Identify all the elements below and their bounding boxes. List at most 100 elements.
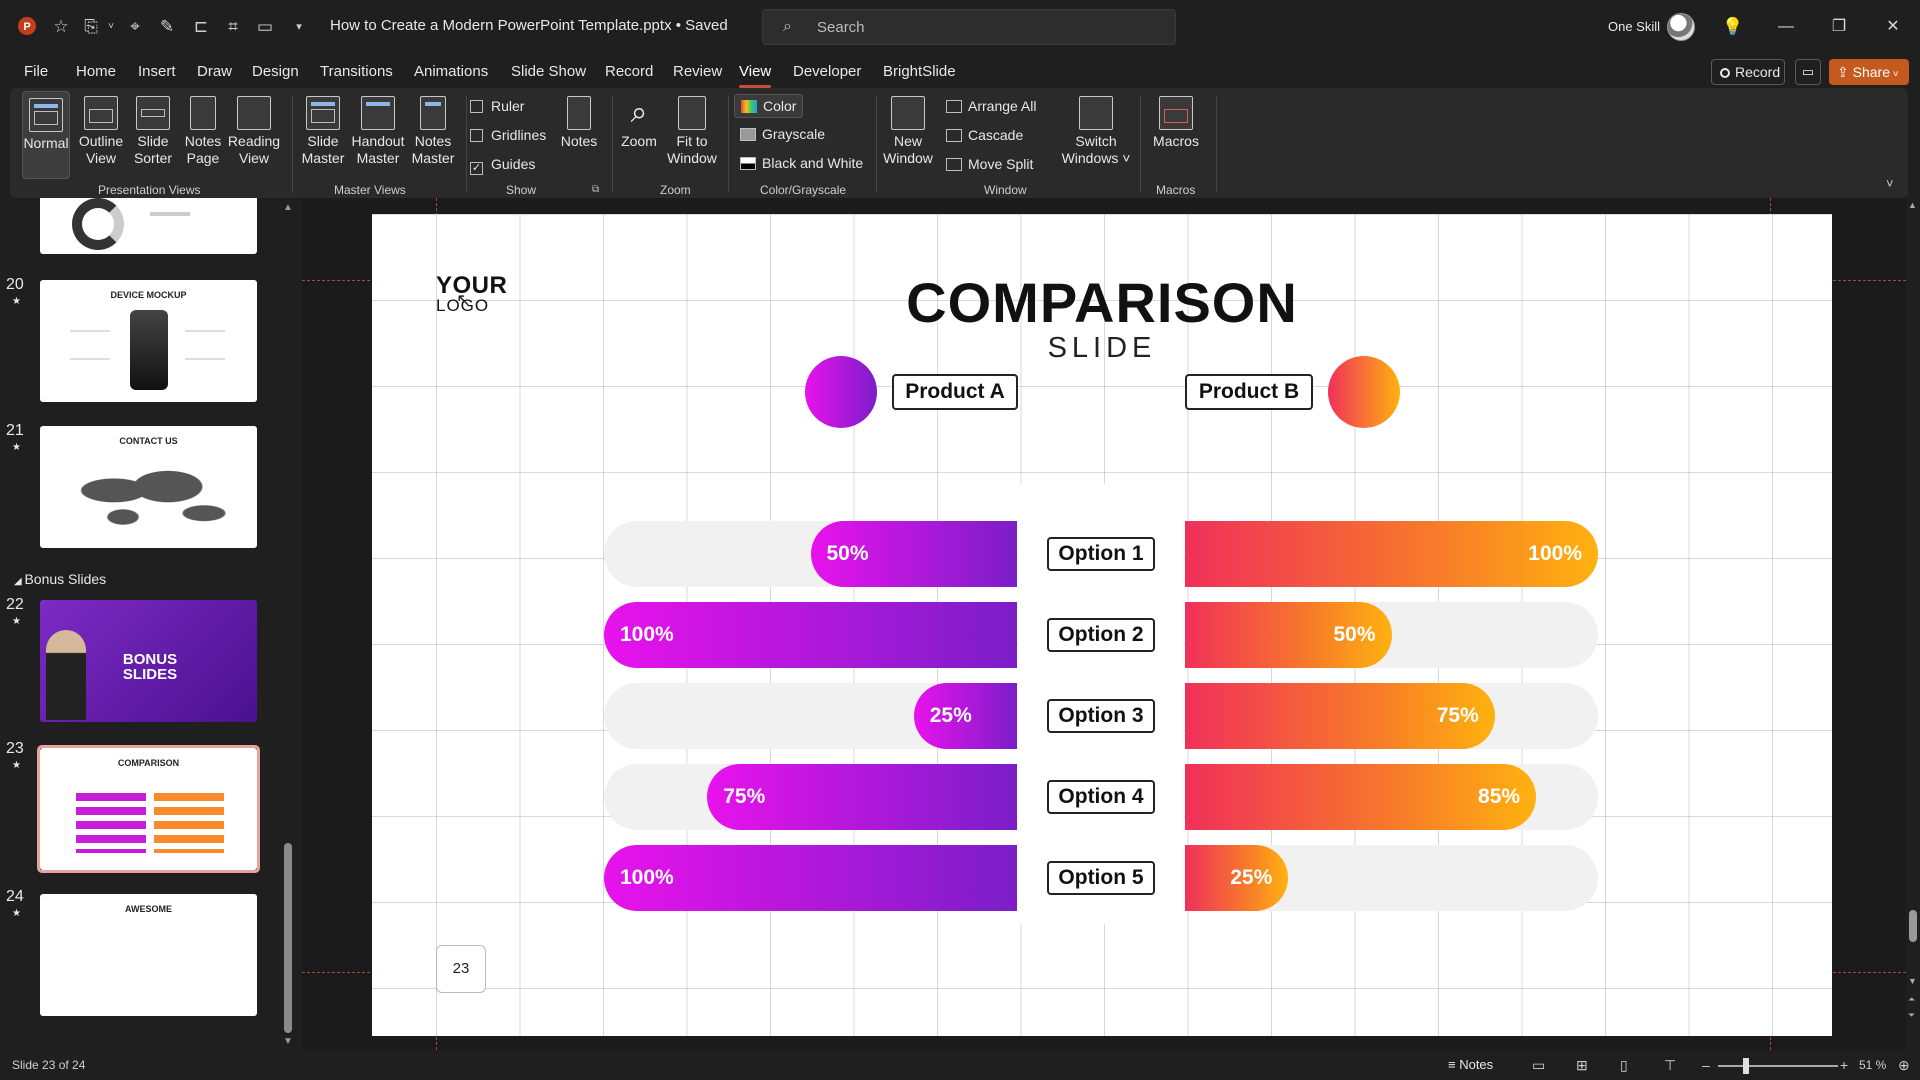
slide-canvas[interactable]: YOUR LOGO ↖ COMPARISON SLIDE Product A P… xyxy=(372,214,1832,1036)
slide-subtitle[interactable]: SLIDE xyxy=(372,332,1832,365)
zoom-slider[interactable] xyxy=(1718,1065,1838,1067)
chevron-down-icon[interactable]: ˅ xyxy=(100,16,122,38)
collapse-ribbon-icon[interactable]: ˅ xyxy=(1886,176,1894,191)
vertical-scrollbar-thumb[interactable] xyxy=(1909,910,1917,942)
slide-thumbnail-20[interactable]: DEVICE MOCKUP xyxy=(40,280,257,402)
outline-view-button[interactable]: Outline View xyxy=(76,96,126,167)
scroll-down-arrow-icon[interactable]: ▼ xyxy=(283,1036,293,1047)
crop-icon[interactable]: ⌗ xyxy=(222,16,244,38)
switch-label-1: Switch xyxy=(1075,133,1117,149)
black-white-button[interactable]: Black and White xyxy=(740,155,863,171)
tab-review[interactable]: Review xyxy=(673,63,722,80)
tab-insert[interactable]: Insert xyxy=(138,63,176,80)
fit-to-window-button[interactable]: Fit to Window xyxy=(664,96,720,167)
user-name[interactable]: One Skill xyxy=(1608,19,1660,34)
option-label[interactable]: Option 5 xyxy=(1047,861,1155,895)
slide-thumbnail[interactable] xyxy=(40,198,257,254)
grayscale-button[interactable]: Grayscale xyxy=(740,126,825,142)
tab-file[interactable]: File xyxy=(24,63,48,80)
avatar[interactable] xyxy=(1667,13,1695,41)
product-b-label[interactable]: Product B xyxy=(1185,374,1313,410)
zoom-out-icon[interactable]: – xyxy=(1702,1057,1710,1073)
dialog-launcher-icon[interactable]: ⧉ xyxy=(592,184,599,195)
slide-number-box[interactable]: 23 xyxy=(436,945,486,993)
arrange-all-button[interactable]: Arrange All xyxy=(946,98,1036,114)
zoom-button[interactable]: ⌕ Zoom xyxy=(616,96,662,150)
option-label[interactable]: Option 3 xyxy=(1047,699,1155,733)
align-icon[interactable]: ⊏ xyxy=(190,16,212,38)
format-painter-icon[interactable]: ✎ xyxy=(156,16,178,38)
next-slide-icon[interactable]: ⏷ xyxy=(1908,1010,1915,1021)
product-a-label[interactable]: Product A xyxy=(892,374,1018,410)
search-input[interactable]: ⌕ Search xyxy=(762,9,1176,45)
slide-thumbnail-23[interactable]: COMPARISON xyxy=(40,748,257,870)
minimize-button[interactable]: — xyxy=(1771,14,1801,40)
tab-slide-show[interactable]: Slide Show xyxy=(511,63,586,80)
guides-checkbox[interactable]: ✓ Guides xyxy=(470,156,535,175)
reading-view-button[interactable]: Reading View xyxy=(226,96,282,167)
reading-view-icon[interactable]: ▯ xyxy=(1620,1057,1628,1074)
gridlines-checkbox[interactable]: Gridlines xyxy=(470,127,546,143)
section-bonus-slides[interactable]: ◢ Bonus Slides xyxy=(14,571,106,587)
slide-master-button[interactable]: Slide Master xyxy=(298,96,348,167)
tab-transitions[interactable]: Transitions xyxy=(320,63,393,80)
tab-record[interactable]: Record xyxy=(605,63,653,80)
zoom-slider-knob[interactable] xyxy=(1743,1058,1749,1074)
slide-thumbnail-panel[interactable]: ▲ 20 ★ DEVICE MOCKUP 21 ★ CONTACT US ◢ B… xyxy=(0,198,296,1050)
scroll-up-arrow-icon[interactable]: ▲ xyxy=(283,202,293,213)
option-label[interactable]: Option 2 xyxy=(1047,618,1155,652)
share-button[interactable]: ⇪ Share ˅ xyxy=(1829,59,1909,85)
previous-slide-icon[interactable]: ⏶ xyxy=(1908,994,1915,1005)
tab-draw[interactable]: Draw xyxy=(197,63,232,80)
close-button[interactable]: ✕ xyxy=(1878,14,1908,40)
tab-view[interactable]: View xyxy=(739,63,772,88)
panel-scrollbar-thumb[interactable] xyxy=(284,843,292,1033)
handout-master-button[interactable]: Handout Master xyxy=(350,96,406,167)
star-icon[interactable]: ☆ xyxy=(50,16,72,38)
customize-qat-icon[interactable]: ▾ xyxy=(288,16,310,38)
tab-design[interactable]: Design xyxy=(252,63,299,80)
color-button[interactable]: Color xyxy=(734,94,804,118)
notes-button[interactable]: Notes xyxy=(556,96,602,150)
slide-thumbnail-21[interactable]: CONTACT US xyxy=(40,426,257,548)
option-label[interactable]: Option 1 xyxy=(1047,537,1155,571)
zoom-in-icon[interactable]: + xyxy=(1840,1057,1848,1073)
notes-master-button[interactable]: Notes Master xyxy=(408,96,458,167)
product-b-circle[interactable] xyxy=(1328,356,1400,428)
move-split-button[interactable]: Move Split xyxy=(946,156,1033,172)
ruler-checkbox[interactable]: Ruler xyxy=(470,98,524,114)
touch-mode-icon[interactable]: ⌖ xyxy=(124,16,146,38)
lightbulb-icon[interactable]: 💡 xyxy=(1722,16,1744,38)
save-icon[interactable]: ⎘ xyxy=(80,16,102,38)
slide-show-icon[interactable]: ⊤ xyxy=(1664,1057,1676,1074)
fit-slide-icon[interactable]: ⊕ xyxy=(1898,1057,1910,1074)
notes-toggle-button[interactable]: ≡ Notes xyxy=(1448,1057,1493,1072)
slide-thumbnail-24[interactable]: AWESOME xyxy=(40,894,257,1016)
slide-sorter-button[interactable]: Slide Sorter xyxy=(128,96,178,167)
switch-windows-button[interactable]: Switch Windows ˅ xyxy=(1060,96,1132,167)
comments-button[interactable]: ▭ xyxy=(1795,59,1821,85)
option-label[interactable]: Option 4 xyxy=(1047,780,1155,814)
zoom-level[interactable]: 51 % xyxy=(1859,1058,1886,1072)
normal-view-button[interactable]: Normal xyxy=(22,91,70,179)
slide-sorter-icon[interactable]: ⊞ xyxy=(1576,1057,1588,1074)
tab-animations[interactable]: Animations xyxy=(414,63,488,80)
notes-page-button[interactable]: Notes Page xyxy=(180,96,226,167)
new-window-button[interactable]: New Window xyxy=(882,96,934,167)
record-button[interactable]: Record xyxy=(1711,59,1785,85)
tab-developer[interactable]: Developer xyxy=(793,63,861,80)
vertical-scrollbar[interactable]: ▲ ▼ ⏶ ⏷ xyxy=(1906,198,1920,1050)
document-title[interactable]: How to Create a Modern PowerPoint Templa… xyxy=(330,17,728,34)
product-a-circle[interactable] xyxy=(805,356,877,428)
slide-title[interactable]: COMPARISON xyxy=(372,270,1832,335)
picture-icon[interactable]: ▭ xyxy=(254,16,276,38)
scroll-down-arrow-icon[interactable]: ▼ xyxy=(1908,976,1917,986)
cascade-button[interactable]: Cascade xyxy=(946,127,1023,143)
tab-brightslide[interactable]: BrightSlide xyxy=(883,63,956,80)
macros-button[interactable]: Macros xyxy=(1146,96,1206,150)
tab-home[interactable]: Home xyxy=(76,63,116,80)
scroll-up-arrow-icon[interactable]: ▲ xyxy=(1908,200,1917,210)
slide-thumbnail-22[interactable]: BONUS SLIDES xyxy=(40,600,257,722)
normal-view-icon[interactable]: ▭ xyxy=(1532,1057,1545,1074)
restore-button[interactable]: ❐ xyxy=(1824,14,1854,40)
